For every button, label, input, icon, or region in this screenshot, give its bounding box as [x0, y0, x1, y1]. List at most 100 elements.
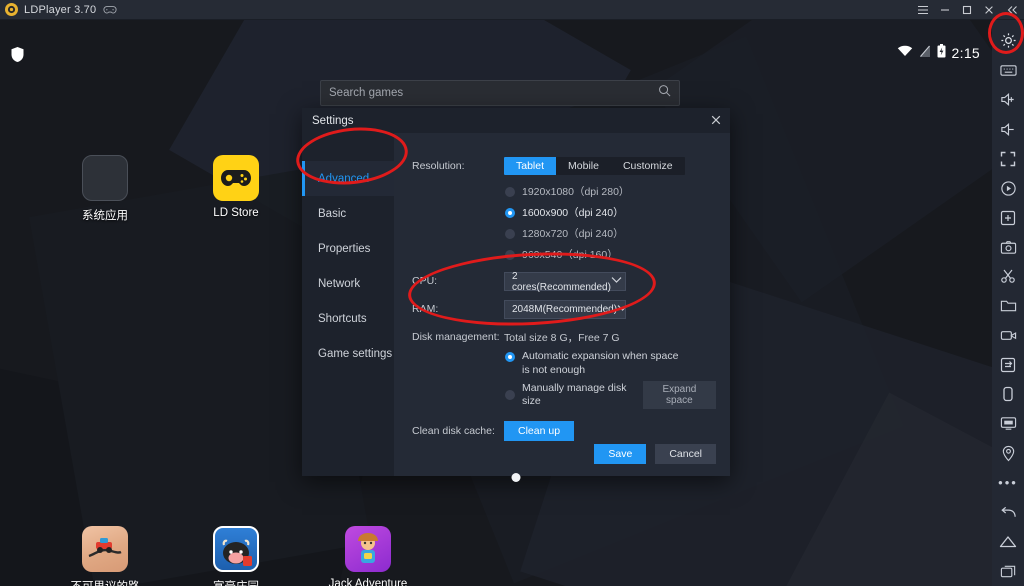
fullscreen-icon[interactable]	[992, 144, 1024, 173]
volume-up-icon[interactable]	[992, 85, 1024, 114]
sidebar-item-properties[interactable]: Properties	[302, 231, 394, 266]
wifi-icon	[897, 45, 913, 60]
close-icon[interactable]	[710, 114, 722, 128]
desktop-icon-system-apps[interactable]: 系统应用	[57, 155, 153, 223]
folder-icon[interactable]	[992, 291, 1024, 320]
cpu-select-value: 2 cores(Recommended)	[512, 270, 611, 293]
desktop-icon-jack-adventure[interactable]: Jack Adventure	[320, 526, 416, 586]
sidebar-item-label: Basic	[318, 207, 347, 220]
desktop-icon-road-game[interactable]: 不可思议的路	[57, 526, 153, 586]
desktop-icon-label: 系统应用	[82, 210, 128, 222]
sidebar-item-label: Shortcuts	[318, 312, 367, 325]
clean-disk-cache-label: Clean disk cache:	[412, 425, 495, 438]
resolution-tab-tablet[interactable]: Tablet	[504, 157, 557, 175]
farm-game-icon	[213, 526, 259, 572]
collapse-rail-button[interactable]	[1000, 0, 1024, 20]
more-dots-icon[interactable]: •••	[992, 468, 1024, 497]
cpu-label: CPU:	[412, 275, 438, 287]
desktop-icon-label: 不可思议的路	[57, 578, 153, 586]
sidebar-item-advanced[interactable]: Advanced	[302, 161, 394, 196]
settings-dialog-title: Settings	[312, 114, 354, 127]
shield-icon	[10, 46, 25, 68]
resolution-option-label: 1600x900（dpi 240）	[522, 207, 624, 219]
radio-icon	[505, 228, 515, 239]
search-icon[interactable]	[658, 84, 671, 102]
disk-option-automatic[interactable]: Automatic expansion when space is not en…	[505, 350, 716, 377]
resolution-option-1280x720[interactable]: 1280x720（dpi 240）	[505, 226, 716, 241]
resolution-tab-mobile[interactable]: Mobile	[556, 157, 611, 175]
resolution-option-1600x900[interactable]: 1600x900（dpi 240）	[505, 205, 716, 220]
desktop-icon-label: 富豪庄园	[188, 578, 284, 586]
back-icon[interactable]	[992, 498, 1024, 527]
expand-space-button[interactable]: Expand space	[642, 381, 716, 410]
resolution-tab-customize[interactable]: Customize	[611, 157, 685, 175]
screenshot-icon[interactable]	[992, 232, 1024, 261]
search-games-input[interactable]: Search games	[320, 80, 680, 106]
multi-instance-icon[interactable]	[992, 203, 1024, 232]
sidebar-item-game-settings[interactable]: Game settings	[302, 336, 394, 371]
search-placeholder: Search games	[329, 87, 404, 99]
road-game-icon	[82, 526, 128, 572]
jack-adventure-icon	[345, 526, 391, 572]
close-button[interactable]	[978, 0, 1000, 20]
ram-row: RAM: 2048M(Recommended)	[412, 300, 716, 319]
save-button[interactable]: Save	[594, 444, 647, 464]
sidebar-item-label: Network	[318, 277, 361, 290]
title-bar: LDPlayer 3.70	[0, 0, 1024, 20]
gamepad-icon	[103, 5, 117, 15]
maximize-button[interactable]	[956, 0, 978, 20]
chevron-down-icon	[617, 304, 628, 315]
sidebar-item-network[interactable]: Network	[302, 266, 394, 301]
sidebar-item-basic[interactable]: Basic	[302, 196, 394, 231]
disk-option-manual[interactable]: Manually manage disk size Expand space	[505, 381, 716, 410]
recents-icon[interactable]	[992, 556, 1024, 585]
disk-option-label: Automatic expansion when space is not en…	[522, 350, 679, 376]
resolution-row: Resolution: Tablet Mobile Customize	[412, 157, 716, 175]
menu-button[interactable]	[912, 0, 934, 20]
emulator-screen[interactable]: 2:15 Search games 系统应用 LD Store Jack Adv…	[0, 20, 992, 586]
volume-down-icon[interactable]	[992, 114, 1024, 143]
desktop-icon-label: LD Store	[213, 207, 259, 219]
minimize-button[interactable]	[934, 0, 956, 20]
cpu-select[interactable]: 2 cores(Recommended)	[504, 270, 626, 293]
virtual-screen-icon[interactable]	[992, 409, 1024, 438]
resolution-option-label: 1280x720（dpi 240）	[522, 228, 624, 240]
desktop-icon-ld-store[interactable]: LD Store	[188, 155, 284, 219]
disk-management-row: Disk management: Total size 8 G，Free 7 G	[412, 328, 716, 345]
ldplayer-window: LDPlayer 3.70 2:15 Search games 系统应用 LD …	[0, 0, 1024, 586]
sidebar-item-shortcuts[interactable]: Shortcuts	[302, 301, 394, 336]
gear-icon[interactable]	[992, 26, 1024, 55]
resolution-options: 1920x1080（dpi 280） 1600x900（dpi 240） 128…	[505, 184, 716, 262]
apk-install-icon[interactable]	[992, 350, 1024, 379]
dialog-footer: Save Cancel	[594, 444, 716, 464]
settings-dialog-header: Settings	[302, 108, 730, 133]
system-apps-folder-icon	[82, 155, 128, 201]
signal-off-icon	[919, 45, 931, 61]
home-icon[interactable]	[992, 527, 1024, 556]
radio-icon-selected	[505, 352, 515, 362]
video-camera-icon[interactable]	[992, 321, 1024, 350]
location-icon[interactable]	[992, 439, 1024, 468]
resolution-option-label: 1920x1080（dpi 280）	[522, 186, 630, 198]
settings-sidebar: Advanced Basic Properties Network Shortc…	[302, 133, 394, 476]
shake-icon[interactable]	[992, 380, 1024, 409]
ram-select[interactable]: 2048M(Recommended)	[504, 300, 628, 319]
sidebar-item-label: Game settings	[318, 347, 393, 360]
dialog-resize-handle[interactable]	[511, 473, 521, 482]
desktop-icon-farm-game[interactable]: 富豪庄园	[188, 526, 284, 586]
cancel-button[interactable]: Cancel	[655, 444, 716, 464]
radio-icon	[505, 186, 515, 197]
scissors-icon[interactable]	[992, 262, 1024, 291]
resolution-option-1920x1080[interactable]: 1920x1080（dpi 280）	[505, 184, 716, 199]
resolution-option-960x540[interactable]: 960x540（dpi 160）	[505, 247, 716, 262]
emulator-clock: 2:15	[951, 44, 980, 61]
keyboard-icon[interactable]	[992, 55, 1024, 84]
radio-icon-selected	[505, 207, 515, 218]
clean-up-button[interactable]: Clean up	[504, 421, 575, 442]
ld-store-icon	[213, 155, 259, 201]
resolution-tabs: Tablet Mobile Customize	[504, 157, 685, 175]
ram-label: RAM:	[412, 303, 439, 315]
settings-dialog: Settings Advanced Basic Properties Netwo…	[302, 108, 730, 482]
settings-main-panel: Resolution: Tablet Mobile Customize 1920…	[394, 133, 730, 476]
record-icon[interactable]	[992, 173, 1024, 202]
